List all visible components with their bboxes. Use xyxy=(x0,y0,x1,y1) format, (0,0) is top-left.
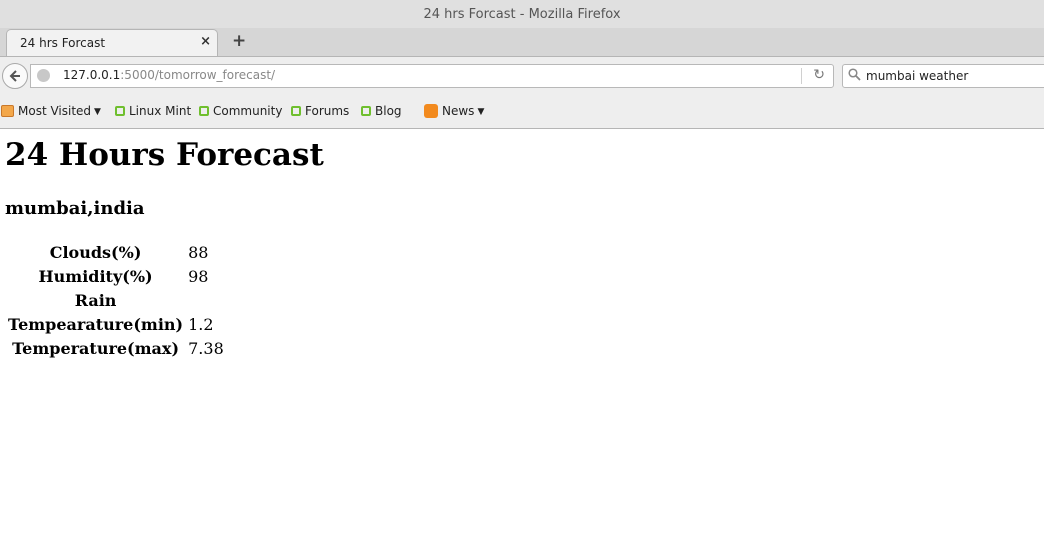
url-text[interactable]: 127.0.0.1:5000/tomorrow_forecast/ xyxy=(63,68,275,82)
bookmark-label: Most Visited xyxy=(18,104,92,118)
window-title: 24 hrs Forcast - Mozilla Firefox xyxy=(423,7,621,22)
bookmark-community[interactable]: Community xyxy=(199,104,282,118)
bookmark-label: Forums xyxy=(305,104,350,118)
reload-icon[interactable]: ↻ xyxy=(813,67,825,83)
table-row: Humidity(%) 98 xyxy=(7,265,225,287)
bookmark-news[interactable]: News ▼ xyxy=(424,104,484,118)
search-input[interactable]: mumbai weather xyxy=(866,69,968,83)
tab-24hrs-forcast[interactable]: 24 hrs Forcast × xyxy=(6,29,218,56)
bookmark-label: Linux Mint xyxy=(129,104,192,118)
bookmark-label: News xyxy=(442,104,475,118)
url-host: 127.0.0.1 xyxy=(63,68,121,82)
table-row: Clouds(%) 88 xyxy=(7,241,225,263)
page-content: 24 Hours Forecast mumbai,india Clouds(%)… xyxy=(0,129,1044,557)
search-icon xyxy=(848,68,861,81)
folder-icon xyxy=(1,105,14,117)
row-value: 88 xyxy=(188,242,209,262)
globe-icon xyxy=(37,69,50,82)
page-title: 24 Hours Forecast xyxy=(5,137,324,173)
table-row: Temperature(max) 7.38 xyxy=(7,337,225,359)
mint-icon xyxy=(115,106,125,116)
forecast-table: Clouds(%) 88 Humidity(%) 98 Rain Tempear… xyxy=(4,239,228,361)
mint-icon xyxy=(199,106,209,116)
bookmark-most-visited[interactable]: Most Visited ▼ xyxy=(1,104,101,118)
row-label: Rain xyxy=(74,290,117,310)
back-button[interactable] xyxy=(2,63,28,89)
rss-icon xyxy=(424,104,438,118)
close-icon[interactable]: × xyxy=(200,34,211,49)
location-heading: mumbai,india xyxy=(5,198,145,219)
chevron-down-icon: ▼ xyxy=(94,107,101,117)
row-value: 7.38 xyxy=(188,338,224,358)
table-row: Tempearature(min) 1.2 xyxy=(7,313,225,335)
search-bar[interactable]: mumbai weather xyxy=(842,64,1044,88)
row-label: Tempearature(min) xyxy=(8,314,184,334)
window-title-bar: 24 hrs Forcast - Mozilla Firefox xyxy=(0,0,1044,28)
back-arrow-icon xyxy=(9,70,20,82)
bookmark-linux-mint[interactable]: Linux Mint xyxy=(115,104,191,118)
bookmark-label: Blog xyxy=(375,104,402,118)
tab-strip: 24 hrs Forcast × + xyxy=(0,28,1044,57)
bookmark-blog[interactable]: Blog xyxy=(361,104,402,118)
new-tab-button[interactable]: + xyxy=(232,31,246,51)
url-divider xyxy=(801,68,802,84)
row-value: 98 xyxy=(188,266,209,286)
mint-icon xyxy=(291,106,301,116)
mint-icon xyxy=(361,106,371,116)
navigation-toolbar: 127.0.0.1:5000/tomorrow_forecast/ ↻ mumb… xyxy=(0,57,1044,95)
row-value xyxy=(187,289,225,311)
bookmark-label: Community xyxy=(213,104,283,118)
bookmark-forums[interactable]: Forums xyxy=(291,104,349,118)
row-label: Clouds(%) xyxy=(49,242,142,262)
row-label: Humidity(%) xyxy=(38,266,153,286)
row-label: Temperature(max) xyxy=(12,338,180,358)
row-value: 1.2 xyxy=(188,314,214,334)
tab-title: 24 hrs Forcast xyxy=(20,36,106,50)
url-path: :5000/tomorrow_forecast/ xyxy=(120,68,276,82)
table-row: Rain xyxy=(7,289,225,311)
chevron-down-icon: ▼ xyxy=(477,107,485,117)
bookmarks-toolbar: Most Visited ▼ Linux Mint Community Forum… xyxy=(0,95,1044,129)
url-bar[interactable]: 127.0.0.1:5000/tomorrow_forecast/ ↻ xyxy=(30,64,834,88)
